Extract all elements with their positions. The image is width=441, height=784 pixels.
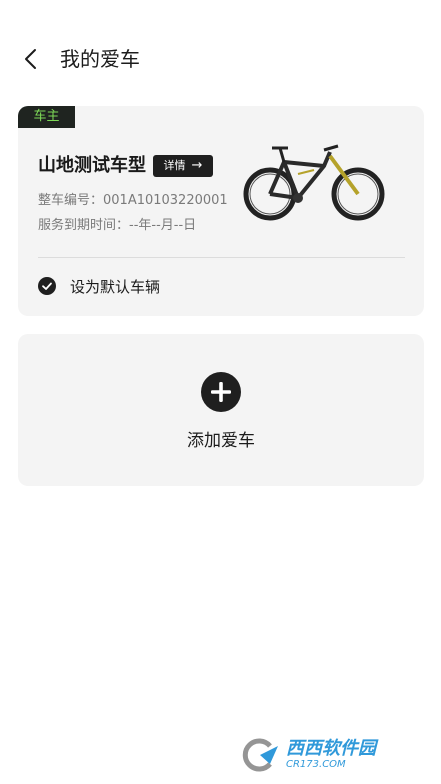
- owner-badge: 车主: [18, 106, 75, 128]
- vehicle-vin: 整车编号：001A10103220001: [38, 193, 228, 208]
- watermark-sub: CR173.COM: [286, 759, 346, 770]
- set-default-option[interactable]: 设为默认车辆: [38, 275, 160, 297]
- chevron-left-icon: [25, 49, 36, 69]
- detail-button[interactable]: 详情 →: [153, 155, 213, 177]
- watermark-logo-icon: [242, 738, 278, 772]
- arrow-right-icon: →: [191, 158, 203, 173]
- detail-button-label: 详情: [163, 159, 186, 172]
- watermark-main: 西西软件园: [286, 738, 376, 759]
- plus-circle-icon[interactable]: [201, 372, 241, 412]
- add-vehicle-label: 添加爱车: [187, 431, 255, 451]
- vehicle-model-name: 山地测试车型: [38, 155, 146, 176]
- back-button[interactable]: [18, 45, 46, 73]
- set-default-label: 设为默认车辆: [70, 277, 161, 296]
- app-header: 我的爱车: [0, 0, 441, 118]
- vehicle-card[interactable]: 车主 山地测试车型 详情 → 整车编号：001A10103220001 服务到期…: [18, 106, 424, 316]
- check-circle-icon[interactable]: [38, 277, 56, 295]
- site-watermark: 西西软件园 CR173.COM: [240, 735, 420, 775]
- bike-image: [243, 144, 385, 221]
- card-divider: [38, 257, 405, 258]
- page-title: 我的爱车: [60, 47, 140, 71]
- service-expiry: 服务到期时间：--年--月--日: [38, 218, 197, 233]
- add-vehicle-card[interactable]: 添加爱车: [18, 334, 424, 486]
